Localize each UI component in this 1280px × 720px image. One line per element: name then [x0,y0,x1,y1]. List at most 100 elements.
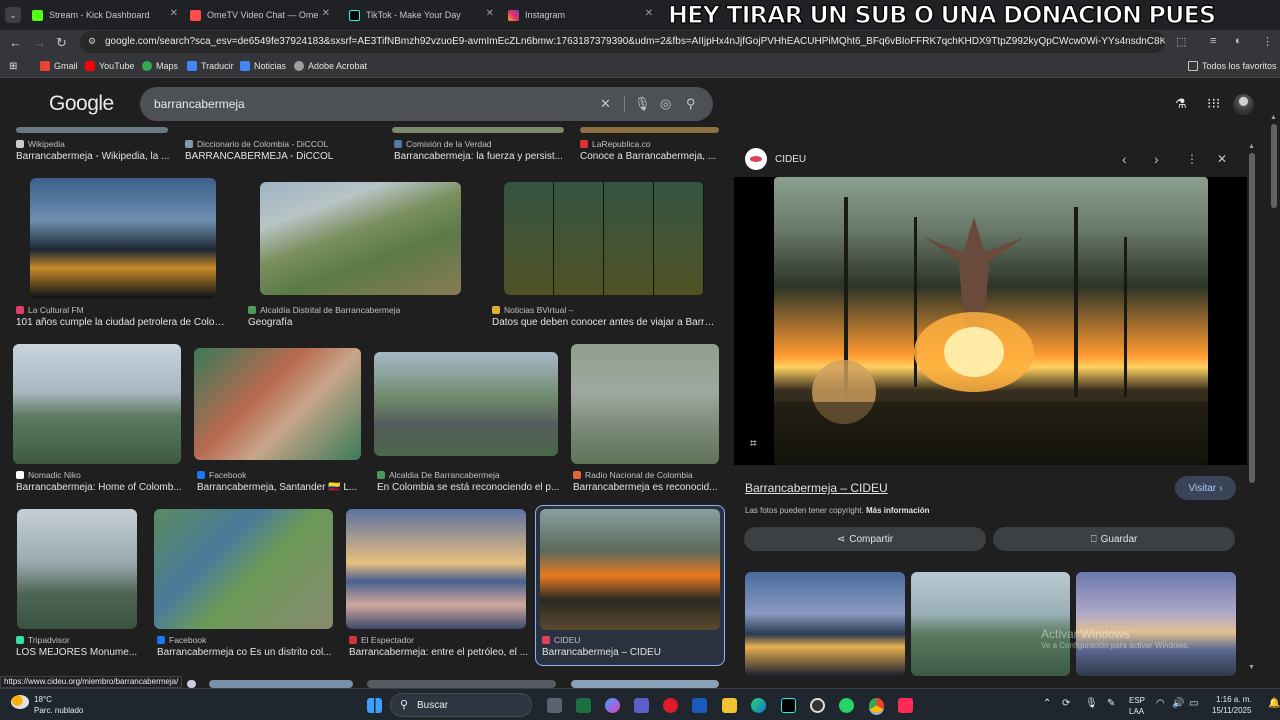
save-button[interactable]: ⎕ Guardar [993,527,1235,551]
file-explorer-icon[interactable] [722,698,737,713]
search-icon[interactable]: ⚲ [686,96,696,112]
bookmark-gmail[interactable]: Gmail [40,61,78,71]
result-title[interactable]: Conoce a Barrancabermeja, ... [580,151,720,162]
weather-icon[interactable] [11,695,29,709]
tab-search-icon[interactable]: ⌄ [5,7,21,23]
bookmark-traducir[interactable]: Traducir [187,61,234,71]
address-bar[interactable]: ⚙ google.com/search?sca_esv=de6549fe3792… [80,31,1165,53]
site-info-icon[interactable]: ⚙ [88,36,96,47]
previous-icon[interactable]: ‹ [1122,151,1127,167]
result-image[interactable] [346,509,526,629]
panel-site-name[interactable]: CIDEU [775,154,806,165]
result-image[interactable] [17,509,137,629]
panel-scrollbar[interactable]: ▲ ▼ [1247,143,1257,676]
result-image[interactable] [540,509,720,630]
battery-icon[interactable]: ▭ [1189,698,1198,709]
bookmark-noticias[interactable]: Noticias [240,61,286,71]
back-icon[interactable]: ← [9,35,22,50]
pen-icon[interactable]: ✎ [1107,698,1115,709]
result-image[interactable] [209,680,353,688]
next-icon[interactable]: › [1154,151,1159,167]
weather-desc[interactable]: Parc. nublado [34,706,83,715]
clear-icon[interactable]: ✕ [600,96,611,112]
result-title[interactable]: Barrancabermeja: Home of Colomb... [16,482,186,493]
close-icon[interactable]: ✕ [645,8,653,19]
more-info-link[interactable]: Más información [866,506,930,515]
result-title[interactable]: BARRANCABERMEJA - DiCCOL [185,151,385,162]
result-title[interactable]: Datos que deben conocer antes de viajar … [492,317,717,328]
obs-icon[interactable] [810,698,825,713]
clock-time[interactable]: 1:16 a. m. [1216,695,1252,704]
close-panel-icon[interactable]: ✕ [1217,152,1227,166]
word-icon[interactable] [692,698,707,713]
avatar[interactable] [1233,94,1254,115]
media-icon[interactable]: ≡ [1210,35,1216,47]
result-image[interactable] [16,127,168,133]
result-image[interactable] [580,127,719,133]
result-image[interactable] [154,509,333,629]
result-image[interactable] [187,680,196,688]
tiktok-live-icon[interactable] [898,698,913,713]
result-image[interactable] [392,127,564,133]
apps-icon[interactable]: ⊞ [9,61,17,72]
preview-image[interactable] [774,177,1208,465]
menu-icon[interactable]: ⋮ [1262,35,1273,48]
apps-grid-icon[interactable]: ⁝⁝⁝ [1207,95,1220,112]
teams-icon[interactable] [634,698,649,713]
result-title[interactable]: Geografía [248,317,478,328]
voice-search-icon[interactable]: 🎙 [634,96,651,112]
excel-icon[interactable] [576,698,591,713]
close-icon[interactable]: ✕ [170,8,178,19]
tab-ometv[interactable]: OmeTV Video Chat — Ome ✕ [184,4,334,26]
tab-kick[interactable]: Stream - Kick Dashboard ✕ [26,4,182,26]
bookmark-acrobat[interactable]: Adobe Acrobat [294,61,367,71]
edge-icon[interactable] [751,698,766,713]
result-title[interactable]: Barrancabermeja co Es un distrito col... [157,647,337,658]
language-indicator-bottom[interactable]: LAA [1129,707,1144,716]
close-icon[interactable]: ✕ [322,8,330,19]
result-title[interactable]: Barrancabermeja - Wikipedia, la ... [16,151,176,162]
scroll-thumb[interactable] [1249,153,1255,483]
result-title[interactable]: En Colombia se está reconociendo el p... [377,482,560,493]
extensions-icon[interactable]: ⬚ [1176,35,1186,48]
result-image[interactable] [367,680,556,688]
result-image[interactable] [30,178,216,298]
chrome-icon[interactable] [869,698,884,713]
more-options-icon[interactable]: ⋮ [1186,152,1198,166]
notifications-icon[interactable]: 🔔 [1268,698,1280,709]
tab-instagram[interactable]: Instagram ✕ [502,4,657,26]
task-view-icon[interactable] [547,698,562,713]
related-image[interactable] [1076,572,1236,676]
result-image[interactable] [13,344,181,464]
result-title[interactable]: LOS MEJORES Monume... [16,647,141,658]
related-image[interactable] [745,572,905,676]
labs-icon[interactable]: ⚗ [1175,96,1187,112]
result-image[interactable] [194,348,361,460]
result-title[interactable]: Barrancabermeja – CIDEU [542,647,722,658]
weather-temp[interactable]: 18°C [34,695,52,704]
related-image[interactable] [911,572,1070,676]
taskbar-search[interactable]: ⚲ Buscar [390,693,532,717]
wifi-icon[interactable]: ◠ [1156,698,1165,709]
profile-icon[interactable]: ◐ [1235,35,1242,47]
bookmark-youtube[interactable]: YouTube [85,61,134,71]
scroll-down-icon[interactable]: ▼ [1248,664,1255,671]
visit-button[interactable]: Visitar › [1175,476,1236,500]
google-logo[interactable]: Google [49,92,114,116]
sync-icon[interactable]: ⟳ [1062,698,1070,709]
result-title[interactable]: Barrancabermeja: entre el petróleo, el .… [349,647,529,658]
clock-date[interactable]: 15/11/2025 [1212,706,1251,715]
close-icon[interactable]: ✕ [486,8,494,19]
result-title[interactable]: Barrancabermeja, Santander 🇨🇴 L... [197,482,362,493]
panel-title-link[interactable]: Barrancabermeja – CIDEU [745,481,888,495]
tiktok-icon[interactable] [781,698,796,713]
result-title[interactable]: 101 años cumple la ciudad petrolera de C… [16,317,226,328]
reload-icon[interactable]: ↻ [56,35,67,51]
result-title[interactable]: Barrancabermeja es reconocid... [573,482,721,493]
search-input[interactable] [154,97,584,111]
bookmark-maps[interactable]: Maps [142,61,178,71]
lens-icon[interactable]: ◎ [660,96,671,112]
result-image[interactable] [260,182,461,295]
result-image[interactable] [571,344,719,464]
whatsapp-icon[interactable] [839,698,854,713]
